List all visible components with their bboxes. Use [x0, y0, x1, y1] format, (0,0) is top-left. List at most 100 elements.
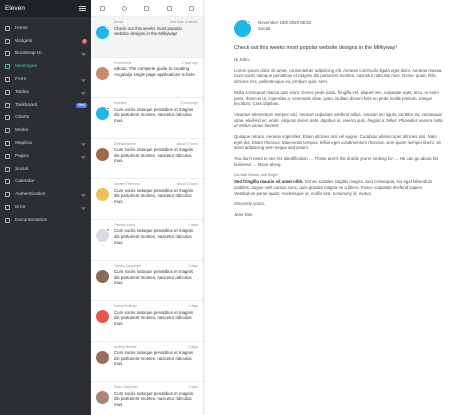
- reader-paragraph-6: Sed fringilla mauris sit amet nibh. Done…: [234, 179, 445, 196]
- map-icon: [5, 141, 10, 147]
- message-time: 3 hours ago: [180, 101, 198, 106]
- message-preview: Melissa Welch about 2 hours Cum sociis nat…: [114, 142, 198, 179]
- sidebar-item-messages[interactable]: Messages: [0, 60, 91, 73]
- sidebar-item-label: Widgets: [15, 38, 33, 44]
- reader-paragraph-5: You don't need to see his identification…: [234, 156, 439, 167]
- message-sender: Vincent Peterson: [114, 182, 140, 187]
- list-item[interactable]: Tammy Carpenter 2 days Cum sociis natoque …: [91, 261, 203, 302]
- sidebar-item-calendar[interactable]: Calendar: [0, 176, 91, 189]
- message-time: 1 hour ago: [181, 60, 198, 65]
- sidebar-item-tables[interactable]: Tables: [0, 86, 91, 99]
- sidebar-nav: Home Widgets 8 Bootstrap UI Messages Form Tabl…: [0, 17, 91, 227]
- sidebar-item-pages[interactable]: Pages: [0, 150, 91, 163]
- folder-icon[interactable]: [166, 5, 172, 11]
- sidebar-header: Eleven: [0, 0, 91, 17]
- reader-paragraph-6-lead: Sed fringilla mauris sit amet nibh.: [234, 179, 304, 185]
- message-snippet: Cum sociis natoque penatibus et magnis d…: [114, 187, 194, 205]
- message-time: 2 days: [188, 222, 198, 227]
- sidebar-item-mapbox[interactable]: Mapbox: [0, 137, 91, 150]
- message-preview: Tammy Carpenter 2 days Cum sociis natoque …: [114, 264, 198, 301]
- message-meta: Pamela Wood 2 days: [114, 223, 198, 227]
- reader-paragraph-2: Nulla consequat massa quis enim. Donec p…: [234, 89, 439, 107]
- chevron-down-icon: [81, 154, 86, 159]
- sidebar-item-label: Pages: [15, 153, 29, 159]
- sidebar-item-label: Home: [15, 25, 28, 31]
- sidebar-item-label: Messages: [15, 64, 37, 70]
- sidebar-item-social[interactable]: Social: [0, 163, 91, 176]
- chevron-down-icon: [81, 192, 86, 197]
- tables-icon: [5, 89, 10, 95]
- avatar: [96, 350, 109, 364]
- message-meta: Andrea Brewer 2 days: [114, 345, 198, 349]
- message-reader: November 10th 2020 05:52 Social Check ou…: [205, 0, 474, 415]
- message-preview: Social less than a minute Check out this w…: [114, 20, 198, 57]
- list-item[interactable]: Pamela Wood 2 days Cum sociis natoque pena…: [91, 220, 203, 261]
- docs-icon: [5, 217, 10, 223]
- status-dot: [106, 106, 110, 111]
- message-sender: Promotions: [114, 60, 132, 65]
- sidebar-item-label: Form: [15, 77, 27, 83]
- message-meta: Vincent Peterson about 2 hours: [114, 182, 198, 186]
- reader-signature: Jane Doe: [234, 212, 253, 218]
- heart-icon[interactable]: [122, 5, 128, 11]
- message-sender: Social: [114, 20, 124, 24]
- status-dot: [106, 25, 110, 29]
- avatar: [96, 228, 110, 242]
- reader-signers: Obi-Wan Kenobi, Jedi Knight: [234, 172, 278, 177]
- list-item[interactable]: Social less than a minute Check out this w…: [91, 17, 203, 58]
- sidebar-item-widgets[interactable]: Widgets 8: [0, 35, 91, 48]
- sidebar: Eleven Home Widgets 8 Bootstrap UI Messages F…: [0, 0, 91, 415]
- mobile-icon[interactable]: [99, 5, 105, 11]
- sidebar-item-label: Documentation: [15, 217, 48, 223]
- reader-paragraph-3: Vivamus elementum semper nisi. Aenean vu…: [234, 111, 443, 129]
- reader-meta: November 10th 2020 05:52 Social: [258, 20, 311, 32]
- message-time: about 2 hours: [177, 141, 198, 146]
- social-icon: [5, 166, 10, 172]
- brand-name: Eleven: [5, 5, 25, 12]
- list-item[interactable]: Sean Carpenter 2 days Cum sociis natoque p…: [91, 382, 203, 415]
- reader-paragraph-1: Lorem ipsum dolor sit amet, consectetuer…: [234, 67, 443, 85]
- widgets-icon: [5, 38, 10, 44]
- messages-icon: [5, 64, 10, 70]
- message-sender: Pamela Wood: [114, 222, 136, 227]
- sidebar-item-taskboard[interactable]: Taskboard New: [0, 99, 91, 112]
- list-item[interactable]: Updates 3 hours ago Cum sociis natoque pen…: [91, 98, 203, 139]
- message-list-toolbar: [91, 0, 203, 17]
- message-snippet: Cum sociis natoque penatibus et magnis d…: [114, 269, 194, 286]
- list-item[interactable]: Emma Sullivan 2 days Cum sociis natoque pe…: [91, 301, 203, 342]
- reader-header: November 10th 2020 05:52 Social: [234, 20, 445, 37]
- flag-icon[interactable]: [189, 5, 195, 11]
- sidebar-item-error[interactable]: Error: [0, 201, 91, 214]
- media-icon: [5, 128, 10, 134]
- chevron-down-icon: [81, 51, 86, 57]
- sidebar-item-media[interactable]: Media: [0, 124, 91, 137]
- sidebar-item-form[interactable]: Form: [0, 73, 91, 86]
- sidebar-item-authentication[interactable]: Authentication: [0, 188, 91, 201]
- message-sender: Emma Sullivan: [114, 304, 137, 309]
- message-sender: Updates: [114, 101, 127, 106]
- message-preview: Emma Sullivan 2 days Cum sociis natoque pe…: [114, 304, 198, 341]
- list-item[interactable]: Melissa Welch about 2 hours Cum sociis nat…: [91, 139, 203, 180]
- hamburger-menu-icon[interactable]: [79, 6, 86, 11]
- message-preview: Updates 3 hours ago Cum sociis natoque pen…: [114, 101, 198, 138]
- sidebar-item-charts[interactable]: Charts: [0, 112, 91, 125]
- message-time: 2 days: [188, 344, 198, 349]
- chevron-down-icon: [81, 205, 86, 210]
- list-item[interactable]: Promotions 1 hour ago eBook: The complete …: [91, 58, 203, 99]
- calendar-icon: [5, 179, 10, 185]
- status-dot: [106, 228, 110, 232]
- sidebar-item-label: Calendar: [15, 179, 35, 185]
- status-dot: [247, 20, 251, 24]
- avatar: [96, 25, 110, 39]
- sidebar-item-documentation[interactable]: Documentation: [0, 214, 91, 227]
- reader-paragraph-4: Quisque rutrum. Aenean imperdiet. Etiam …: [234, 134, 441, 151]
- star-icon[interactable]: [144, 5, 150, 11]
- reader-sender: Social: [258, 25, 270, 31]
- sidebar-item-label: Media: [15, 128, 29, 134]
- sidebar-item-bootstrap-ui[interactable]: Bootstrap UI: [0, 48, 91, 61]
- list-item[interactable]: Vincent Peterson about 2 hours Cum sociis …: [91, 179, 203, 220]
- sidebar-item-home[interactable]: Home: [0, 22, 91, 35]
- message-meta: Promotions 1 hour ago: [114, 61, 198, 65]
- list-item[interactable]: Andrea Brewer 2 days Cum sociis natoque pe…: [91, 342, 203, 383]
- message-preview: Promotions 1 hour ago eBook: The complete …: [114, 61, 198, 98]
